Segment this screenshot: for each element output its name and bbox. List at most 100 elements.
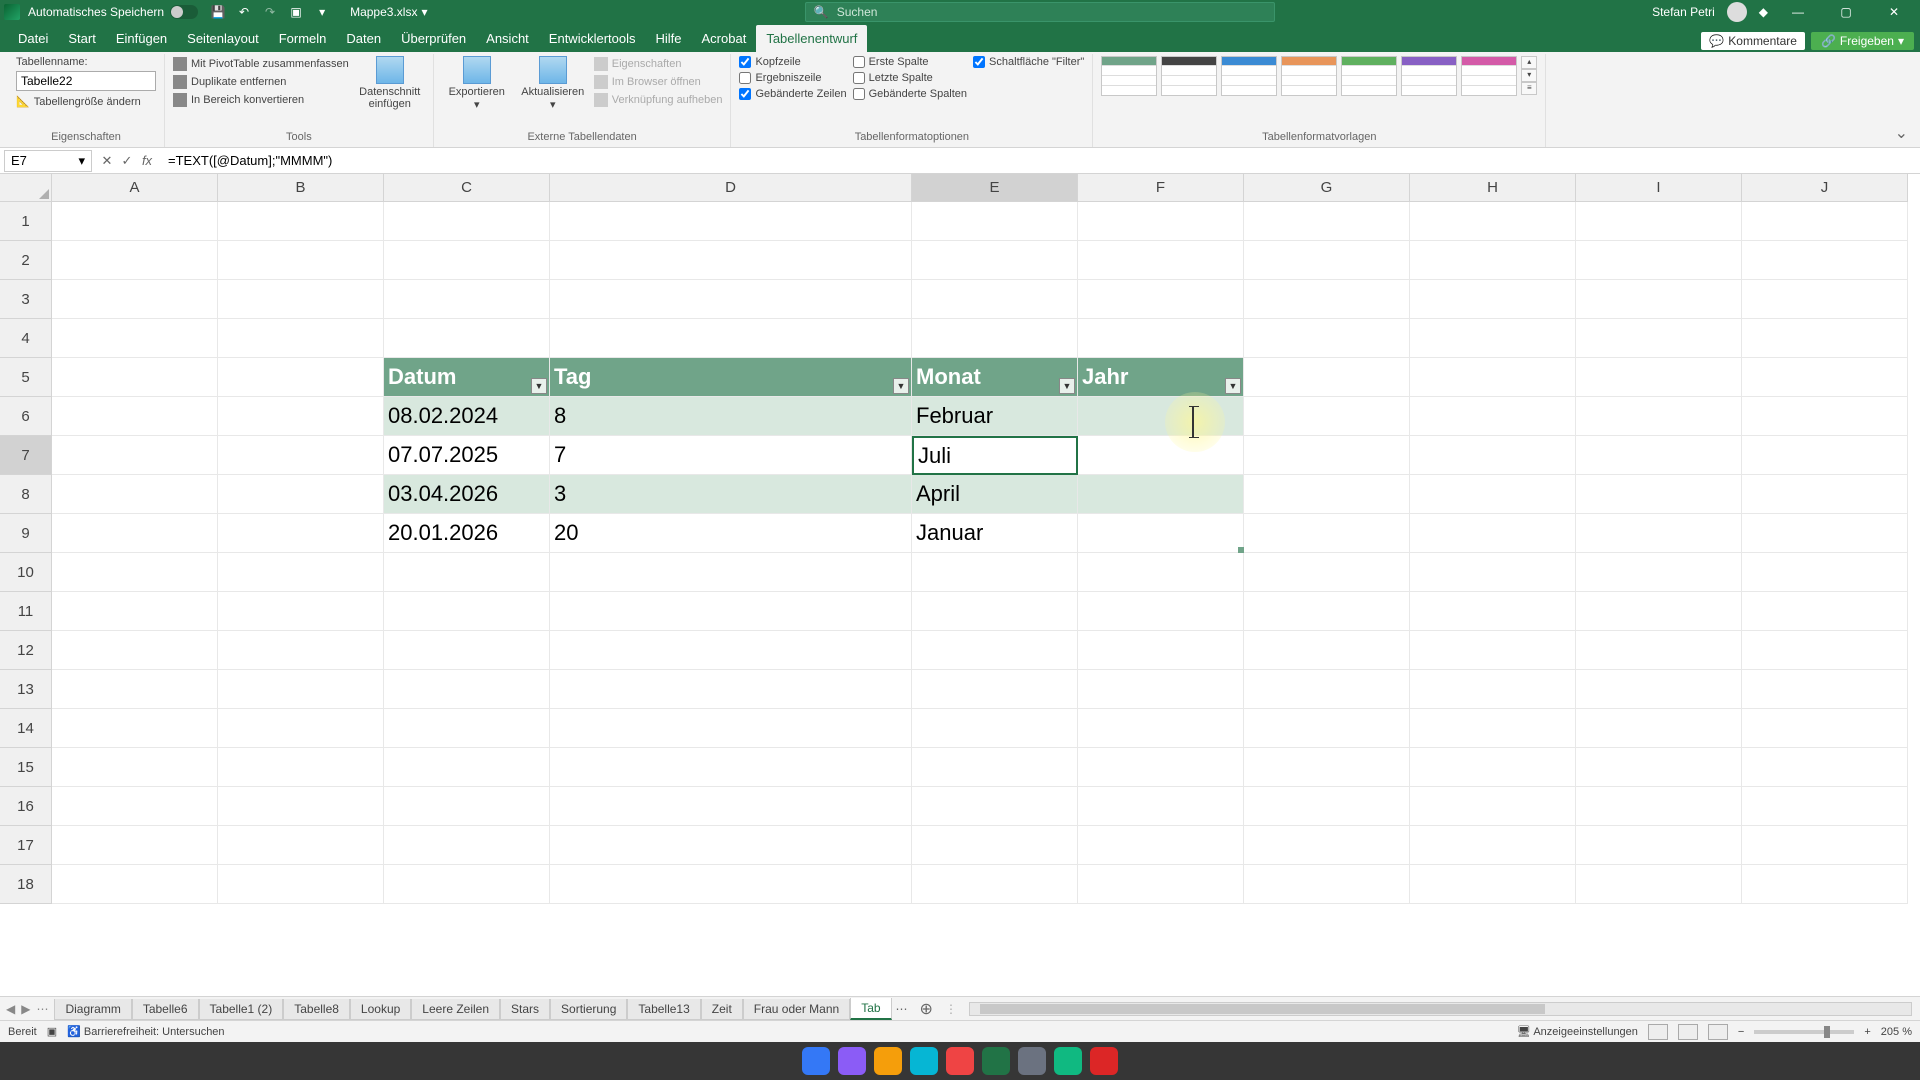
cell-I10[interactable]	[1576, 553, 1742, 592]
tab-seitenlayout[interactable]: Seitenlayout	[177, 25, 269, 52]
sheet-tab-tabelle8[interactable]: Tabelle8	[283, 999, 350, 1020]
row-header-12[interactable]: 12	[0, 631, 52, 670]
cell-H9[interactable]	[1410, 514, 1576, 553]
cell-E12[interactable]	[912, 631, 1078, 670]
cell-J10[interactable]	[1742, 553, 1908, 592]
cell-A15[interactable]	[52, 748, 218, 787]
cell-A8[interactable]	[52, 475, 218, 514]
row-header-2[interactable]: 2	[0, 241, 52, 280]
cell-G7[interactable]	[1244, 436, 1410, 475]
sheet-tab-leere-zeilen[interactable]: Leere Zeilen	[411, 999, 500, 1020]
cell-E13[interactable]	[912, 670, 1078, 709]
cell-G15[interactable]	[1244, 748, 1410, 787]
row-header-8[interactable]: 8	[0, 475, 52, 514]
cell-J1[interactable]	[1742, 202, 1908, 241]
col-header-C[interactable]: C	[384, 174, 550, 202]
cell-I1[interactable]	[1576, 202, 1742, 241]
cell-J8[interactable]	[1742, 475, 1908, 514]
cell-D14[interactable]	[550, 709, 912, 748]
tab-datei[interactable]: Datei	[8, 25, 58, 52]
cell-B17[interactable]	[218, 826, 384, 865]
cell-B5[interactable]	[218, 358, 384, 397]
cell-F10[interactable]	[1078, 553, 1244, 592]
undo-icon[interactable]: ↶	[236, 4, 252, 20]
table-resize-handle[interactable]	[1238, 547, 1244, 553]
cell-E17[interactable]	[912, 826, 1078, 865]
row-header-6[interactable]: 6	[0, 397, 52, 436]
cell-D12[interactable]	[550, 631, 912, 670]
row-header-16[interactable]: 16	[0, 787, 52, 826]
cell-C15[interactable]	[384, 748, 550, 787]
cell-A9[interactable]	[52, 514, 218, 553]
cell-B13[interactable]	[218, 670, 384, 709]
cell-H12[interactable]	[1410, 631, 1576, 670]
cell-B12[interactable]	[218, 631, 384, 670]
zoom-in-button[interactable]: +	[1864, 1026, 1870, 1038]
cell-A18[interactable]	[52, 865, 218, 904]
cell-E11[interactable]	[912, 592, 1078, 631]
cell-C12[interactable]	[384, 631, 550, 670]
cell-F11[interactable]	[1078, 592, 1244, 631]
cell-B2[interactable]	[218, 241, 384, 280]
cell-D17[interactable]	[550, 826, 912, 865]
cell-F12[interactable]	[1078, 631, 1244, 670]
cell-J15[interactable]	[1742, 748, 1908, 787]
cell-D3[interactable]	[550, 280, 912, 319]
cell-E15[interactable]	[912, 748, 1078, 787]
sheet-prev-button[interactable]: ◀	[6, 1002, 15, 1016]
cell-H5[interactable]	[1410, 358, 1576, 397]
tab-entwicklertools[interactable]: Entwicklertools	[539, 25, 646, 52]
cell-B8[interactable]	[218, 475, 384, 514]
taskbar-icon[interactable]	[1054, 1047, 1082, 1075]
cell-H2[interactable]	[1410, 241, 1576, 280]
row-header-9[interactable]: 9	[0, 514, 52, 553]
sheet-tab-stars[interactable]: Stars	[500, 999, 550, 1020]
row-header-18[interactable]: 18	[0, 865, 52, 904]
horizontal-scrollbar[interactable]	[969, 1002, 1912, 1016]
cell-E4[interactable]	[912, 319, 1078, 358]
cell-H14[interactable]	[1410, 709, 1576, 748]
cell-A1[interactable]	[52, 202, 218, 241]
macro-icon[interactable]: ▣	[47, 1025, 57, 1038]
add-sheet-button[interactable]: ⊕	[912, 999, 941, 1019]
cell-G16[interactable]	[1244, 787, 1410, 826]
cell-B4[interactable]	[218, 319, 384, 358]
cell-I2[interactable]	[1576, 241, 1742, 280]
tab-start[interactable]: Start	[58, 25, 105, 52]
toggle-off-icon[interactable]	[170, 5, 198, 19]
sheet-tab-tabelle6[interactable]: Tabelle6	[132, 999, 199, 1020]
cell-C17[interactable]	[384, 826, 550, 865]
row-header-7[interactable]: 7	[0, 436, 52, 475]
sheet-tab-zeit[interactable]: Zeit	[701, 999, 743, 1020]
user-name[interactable]: Stefan Petri	[1652, 5, 1715, 19]
cell-H7[interactable]	[1410, 436, 1576, 475]
sheet-tab-tabelle13[interactable]: Tabelle13	[627, 999, 700, 1020]
cell-D9[interactable]: 20	[550, 514, 912, 553]
cell-I16[interactable]	[1576, 787, 1742, 826]
cell-J3[interactable]	[1742, 280, 1908, 319]
zoom-slider[interactable]	[1754, 1030, 1854, 1034]
cell-C10[interactable]	[384, 553, 550, 592]
tab-ueberpruefen[interactable]: Überprüfen	[391, 25, 476, 52]
cell-J4[interactable]	[1742, 319, 1908, 358]
name-box[interactable]: E7▾	[4, 150, 92, 172]
table-styles-gallery[interactable]: ▴▾≡	[1101, 56, 1537, 96]
cell-D16[interactable]	[550, 787, 912, 826]
col-header-I[interactable]: I	[1576, 174, 1742, 202]
col-header-A[interactable]: A	[52, 174, 218, 202]
cell-C5[interactable]: Datum▼	[384, 358, 550, 397]
search-input[interactable]: 🔍 Suchen	[805, 2, 1275, 22]
formula-input[interactable]: =TEXT([@Datum];"MMMM")	[162, 153, 1920, 168]
cell-I18[interactable]	[1576, 865, 1742, 904]
cell-I11[interactable]	[1576, 592, 1742, 631]
cell-C9[interactable]: 20.01.2026	[384, 514, 550, 553]
cell-G14[interactable]	[1244, 709, 1410, 748]
cell-G3[interactable]	[1244, 280, 1410, 319]
cell-E5[interactable]: Monat▼	[912, 358, 1078, 397]
taskbar-icon[interactable]	[1090, 1047, 1118, 1075]
row-header-3[interactable]: 3	[0, 280, 52, 319]
fx-icon[interactable]: fx	[138, 153, 156, 169]
taskbar-icon[interactable]	[910, 1047, 938, 1075]
taskbar-icon[interactable]	[982, 1047, 1010, 1075]
cell-A2[interactable]	[52, 241, 218, 280]
